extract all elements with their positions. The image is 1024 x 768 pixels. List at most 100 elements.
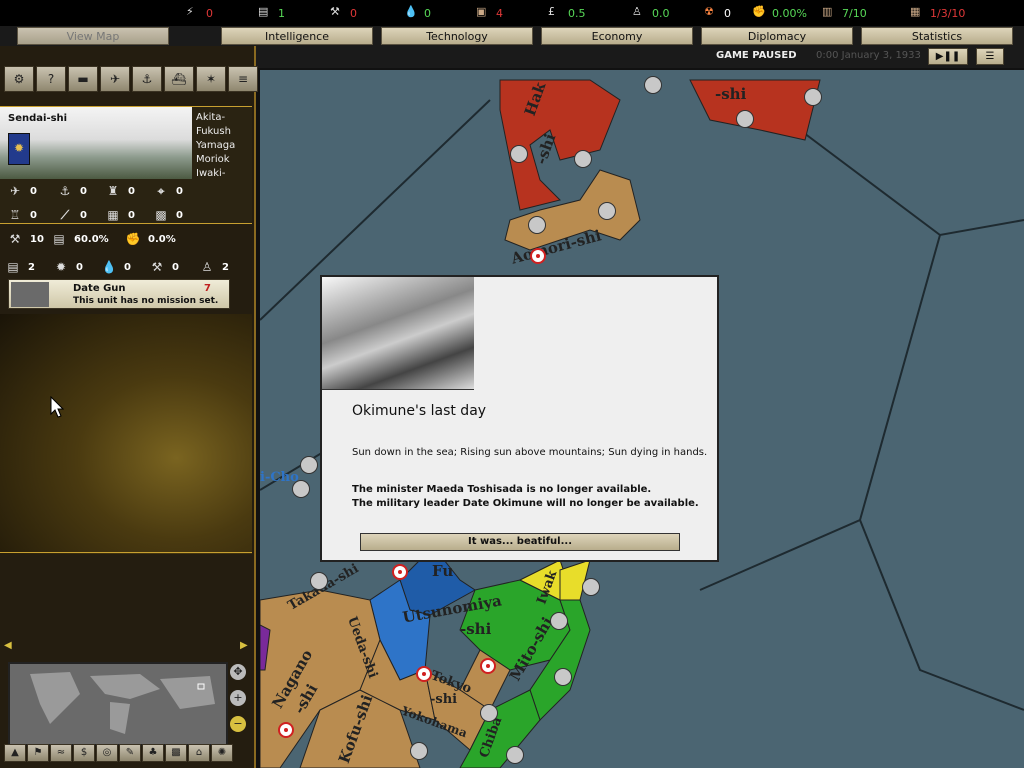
unit-marker[interactable]	[550, 612, 568, 630]
economy-mode-button[interactable]: $	[73, 744, 95, 762]
tab-diplomacy[interactable]: Diplomacy	[701, 27, 853, 45]
zoom-in-icon[interactable]: +	[230, 690, 246, 706]
tower-icon: ♖	[9, 208, 21, 222]
leader-filter-button[interactable]: ✶	[196, 66, 226, 92]
unit-marker[interactable]	[506, 746, 524, 764]
unit-mission: This unit has no mission set.	[73, 296, 219, 306]
dollar-icon: $	[80, 747, 88, 758]
stat-rare: ⚒ 0	[148, 259, 179, 275]
event-dialog: Okimune's last day Sun down in the sea; …	[320, 275, 719, 562]
province-panel: Sendai-shi ✹ Akita- Fukush Yamaga Moriok…	[0, 106, 252, 274]
tank-icon: ▬	[77, 72, 89, 86]
unit-marker[interactable]	[410, 742, 428, 760]
admin-mode-button[interactable]: ▩	[165, 744, 187, 762]
city-marker[interactable]	[480, 658, 496, 674]
unit-marker[interactable]	[804, 88, 822, 106]
armor-filter-button[interactable]: ▬	[68, 66, 98, 92]
menu-button[interactable]: ☰	[976, 48, 1004, 65]
building-mode-button[interactable]: ⌂	[188, 744, 210, 762]
help-filter-button[interactable]: ?	[36, 66, 66, 92]
main-tabs: View Map Intelligence Technology Economy…	[0, 26, 1024, 46]
partisan-mode-button[interactable]: ♣	[142, 744, 164, 762]
tab-technology[interactable]: Technology	[381, 27, 533, 45]
political-mode-button[interactable]: ⚑	[27, 744, 49, 762]
event-accept-button[interactable]: It was... beatiful...	[360, 533, 680, 551]
stat-oil: 💧 0	[101, 260, 131, 274]
energy-icon: ⚡	[186, 5, 194, 18]
tab-economy[interactable]: Economy	[541, 27, 693, 45]
naval-filter-button[interactable]: ⚓	[132, 66, 162, 92]
map-label: -shi	[430, 692, 458, 707]
unit-marker[interactable]	[598, 202, 616, 220]
unit-marker[interactable]	[582, 578, 600, 596]
neighbor-item[interactable]: Moriok	[196, 153, 252, 167]
flag-icon: ⚑	[33, 747, 43, 758]
game-date: 0:00 January 3, 1933	[816, 50, 921, 61]
sun-icon: ✺	[217, 747, 227, 758]
unit-marker[interactable]	[300, 456, 318, 474]
province-flag-icon: ✹	[8, 133, 30, 165]
unit-marker[interactable]	[736, 110, 754, 128]
stat-industry: ⚒ 10	[6, 231, 44, 247]
resource-money: £0.5	[548, 5, 586, 20]
city-marker[interactable]	[392, 564, 408, 580]
production-filter-button[interactable]: ⚙	[4, 66, 34, 92]
unit-marker[interactable]	[574, 150, 592, 168]
manpower-icon: ♙	[632, 5, 642, 18]
scroll-right-icon[interactable]: ▶	[240, 640, 248, 651]
metal-icon: ▤	[7, 260, 19, 274]
stat-nuclear: ▩ 0	[152, 207, 183, 223]
aa-gun-icon: ⟋	[60, 208, 70, 222]
unit-marker[interactable]	[528, 216, 546, 234]
unit-marker[interactable]	[292, 480, 310, 498]
city-marker[interactable]	[530, 248, 546, 264]
diplomatic-mode-button[interactable]: ✺	[211, 744, 233, 762]
question-icon: ?	[47, 72, 55, 86]
city-marker[interactable]	[416, 666, 432, 682]
rail-icon: ▤	[53, 232, 65, 246]
resource-metal: ▤ 1	[258, 5, 285, 20]
neighbor-item[interactable]: Akita-	[196, 111, 252, 125]
misc-filter-button[interactable]: ≡	[228, 66, 258, 92]
tab-intelligence[interactable]: Intelligence	[221, 27, 373, 45]
resource-mode-button[interactable]: ◎	[96, 744, 118, 762]
unit-marker[interactable]	[510, 145, 528, 163]
zoom-out-icon[interactable]: −	[230, 716, 246, 732]
play-pause-button[interactable]: ▶❚❚	[928, 48, 968, 65]
star-icon: ✶	[205, 72, 217, 86]
event-title: Okimune's last day	[352, 403, 487, 419]
unit-marker[interactable]	[480, 704, 498, 722]
scroll-left-icon[interactable]: ◀	[4, 640, 12, 651]
gear-icon: ⚙	[13, 72, 25, 86]
supply-mode-button[interactable]: ✎	[119, 744, 141, 762]
terrain-mode-button[interactable]: ▲	[4, 744, 26, 762]
neighbor-item[interactable]: Yamaga	[196, 139, 252, 153]
tab-view-map[interactable]: View Map	[17, 27, 169, 45]
ship-filter-button[interactable]: ⛴	[164, 66, 194, 92]
unit-marker[interactable]	[310, 572, 328, 590]
stat-coastal-fort: ♖ 0	[6, 207, 37, 223]
tree-icon: ♣	[148, 747, 158, 758]
unit-marker[interactable]	[554, 668, 572, 686]
resource-escorts: ▦ 1/3/10	[910, 5, 966, 20]
unit-marker[interactable]	[644, 76, 662, 94]
status-row: GAME PAUSED 0:00 January 3, 1933 ▶❚❚ ☰	[256, 46, 1024, 68]
stat-energy: ✹ 0	[52, 259, 83, 275]
divider	[0, 552, 252, 553]
tab-statistics[interactable]: Statistics	[861, 27, 1013, 45]
air-filter-button[interactable]: ✈	[100, 66, 130, 92]
unit-card[interactable]: Date Gun This unit has no mission set. 7	[8, 279, 230, 309]
resource-oil: 💧 0	[404, 5, 431, 20]
coins-icon: ◎	[102, 747, 112, 758]
neighbor-item[interactable]: Iwaki-	[196, 167, 252, 181]
wind-icon: ≈	[56, 747, 66, 758]
stat-radar: ⌖ 0	[152, 183, 183, 199]
plane-icon: ✈	[109, 72, 121, 86]
resource-bar: ⚡ 0 ▤ 1 ⚒ 0 💧 0 ▣ 4 £0.5 ♙ 0.0 ☢ 0 ✊ 0.00% ▥ 7/10…	[0, 0, 1024, 26]
minimap[interactable]	[8, 662, 228, 746]
unit-strength: 7	[204, 283, 211, 294]
neighbor-item[interactable]: Fukush	[196, 125, 252, 139]
city-marker[interactable]	[278, 722, 294, 738]
weather-mode-button[interactable]: ≈	[50, 744, 72, 762]
move-icon[interactable]: ✥	[230, 664, 246, 680]
